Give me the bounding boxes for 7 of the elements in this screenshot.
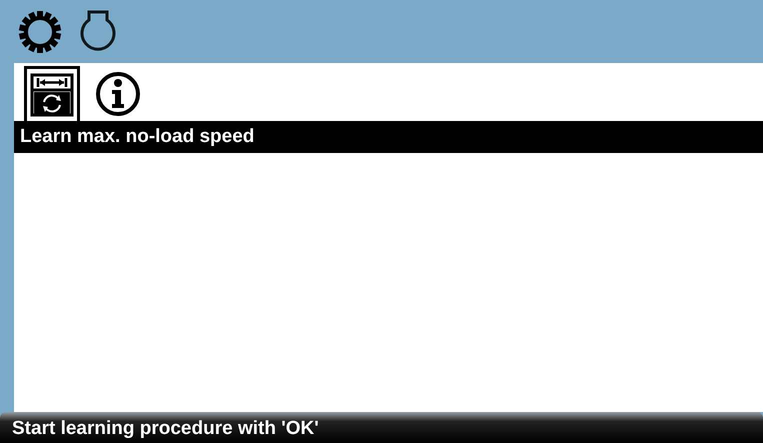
- tab[interactable]: [24, 66, 80, 121]
- status-bar: Start learning procedure with 'OK': [0, 412, 763, 443]
- menu-tab[interactable]: [18, 10, 62, 54]
- screen-title: Learn max. no-load speed: [14, 121, 763, 153]
- speed-learn-icon: [30, 73, 74, 117]
- info-icon: [95, 70, 141, 116]
- gear-icon: [18, 10, 62, 54]
